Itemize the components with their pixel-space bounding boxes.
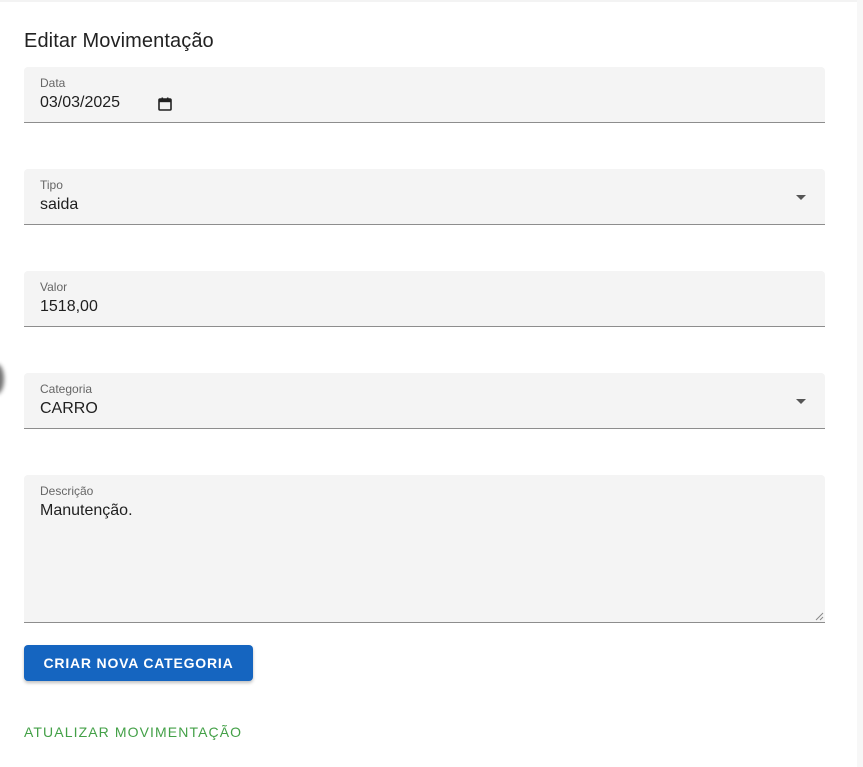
update-movement-button[interactable]: ATUALIZAR MOVIMENTAÇÃO [24, 724, 242, 740]
category-select[interactable]: Categoria CARRO [24, 373, 825, 429]
date-field[interactable]: Data 03/03/2025 [24, 67, 825, 123]
dialog-top-edge [0, 0, 863, 2]
caret-down-icon[interactable] [796, 399, 806, 404]
date-value[interactable]: 03/03/2025 [40, 94, 120, 112]
category-value: CARRO [40, 400, 98, 417]
description-value[interactable]: Manutenção. [40, 502, 133, 520]
dialog-title: Editar Movimentação [24, 30, 214, 52]
create-category-button[interactable]: CRIAR NOVA CATEGORIA [24, 645, 253, 681]
description-label: Descrição [40, 484, 94, 498]
type-select[interactable]: Tipo saida [24, 169, 825, 225]
amount-field[interactable]: Valor 1518,00 [24, 271, 825, 327]
resize-handle-icon[interactable] [815, 612, 824, 621]
dialog-right-edge [857, 0, 863, 767]
edit-dialog: Editar Movimentação Data 03/03/2025 Tipo… [0, 0, 863, 767]
type-label: Tipo [40, 178, 63, 192]
calendar-icon[interactable] [158, 97, 172, 111]
caret-down-icon[interactable] [796, 195, 806, 200]
amount-label: Valor [40, 280, 68, 294]
backdrop-shadow [0, 364, 4, 394]
amount-value[interactable]: 1518,00 [40, 298, 98, 316]
description-textarea[interactable]: Descrição Manutenção. [24, 475, 825, 623]
category-label: Categoria [40, 382, 93, 396]
type-value: saida [40, 196, 79, 213]
date-label: Data [40, 76, 66, 90]
